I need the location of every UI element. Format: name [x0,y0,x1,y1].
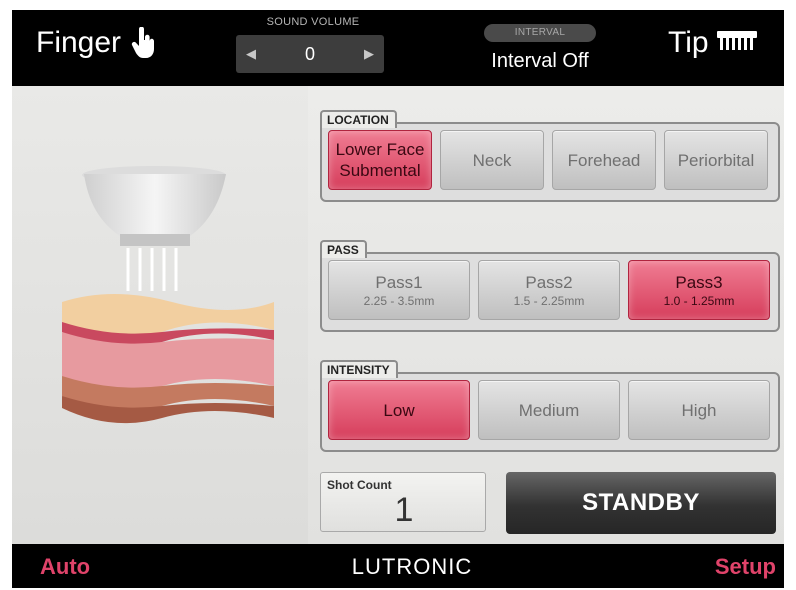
finger-mode-label: Finger [36,26,122,59]
hand-pointer-icon [131,27,157,59]
location-option-line2: Submental [339,161,421,180]
pass-option-1[interactable]: Pass1 2.25 - 3.5mm [328,260,470,320]
standby-button[interactable]: STANDBY [506,472,776,534]
location-option-label: Neck [472,150,512,170]
pass-option-2[interactable]: Pass2 1.5 - 2.25mm [478,260,620,320]
intensity-option-low[interactable]: Low [328,380,470,440]
pass-options: Pass1 2.25 - 3.5mm Pass2 1.5 - 2.25mm Pa… [328,260,770,320]
location-option-label: Periorbital [677,150,755,170]
sound-volume-control: ◀ 0 ▶ [236,35,384,73]
setup-button[interactable]: Setup [715,554,776,580]
intensity-option-medium[interactable]: Medium [478,380,620,440]
volume-value: 0 [304,43,315,64]
tip-comb-icon [716,26,757,60]
volume-increase-button[interactable]: ▶ [354,35,384,73]
pass-option-name: Pass2 [525,272,573,292]
location-option-neck[interactable]: Neck [440,130,544,190]
volume-decrease-button[interactable]: ◀ [236,35,266,73]
sound-volume-title: SOUND VOLUME [266,16,360,28]
location-options: Lower Face Submental Neck Forehead Perio… [328,130,768,190]
interval-badge: INTERVAL [484,24,596,42]
intensity-option-high[interactable]: High [628,380,770,440]
tip-mode-label: Tip [668,26,709,59]
pass-option-name: Pass3 [675,272,723,292]
chevron-right-icon: ▶ [363,46,374,61]
location-option-lower-face-submental[interactable]: Lower Face Submental [328,130,432,190]
lutronic-logo: LUTRONIC [351,554,473,579]
pass-group-label: PASS [320,240,367,258]
pass-option-range: 2.25 - 3.5mm [363,293,435,308]
location-option-forehead[interactable]: Forehead [552,130,656,190]
pass-option-name: Pass1 [375,272,423,292]
pass-option-3[interactable]: Pass3 1.0 - 1.25mm [628,260,770,320]
auto-button[interactable]: Auto [40,554,90,580]
location-group-label: LOCATION [320,110,397,128]
intensity-option-label: Low [383,400,415,420]
settings-panel: LOCATION Lower Face Submental Neck Foreh… [308,86,784,544]
shot-count-box: Shot Count 1 [320,472,486,532]
shot-count-label: Shot Count [327,478,392,492]
chevron-left-icon: ◀ [246,46,256,61]
device-screen: Finger SOUND VOLUME ◀ 0 ▶ INTERVAL Inter… [12,10,784,588]
intensity-group-label: INTENSITY [320,360,398,378]
top-bar: Finger SOUND VOLUME ◀ 0 ▶ INTERVAL Inter… [12,10,784,86]
intensity-option-label: High [681,400,717,420]
tip-mode-indicator[interactable]: Tip [668,26,757,60]
intensity-option-label: Medium [518,400,580,420]
location-option-label: Forehead [567,150,641,170]
shot-count-value: 1 [394,491,414,529]
finger-mode-indicator[interactable]: Finger [36,26,157,60]
pass-option-range: 1.0 - 1.25mm [663,293,735,308]
location-option-line1: Lower Face [335,140,425,159]
treatment-illustration-panel [12,86,308,544]
pass-option-range: 1.5 - 2.25mm [513,293,585,308]
interval-status[interactable]: Interval Off [472,50,608,73]
location-option-periorbital[interactable]: Periorbital [664,130,768,190]
skin-tip-illustration [62,166,274,424]
bottom-bar: Auto LUTRONIC Setup [12,544,784,588]
intensity-options: Low Medium High [328,380,770,440]
